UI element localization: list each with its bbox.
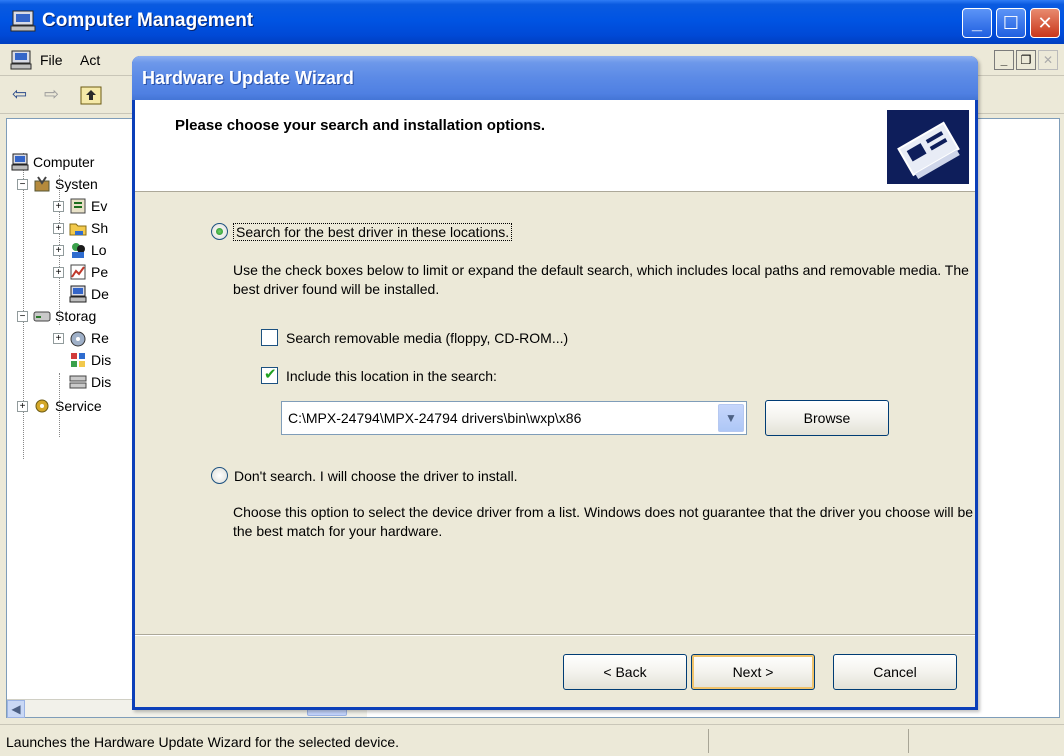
checkbox-unchecked[interactable] — [261, 329, 278, 346]
tree-item-label: Lo — [91, 242, 107, 258]
tree-item-label: Sh — [91, 220, 109, 236]
maximize-button[interactable]: ☐ — [996, 8, 1026, 38]
computer-icon — [11, 153, 29, 171]
location-path-combobox[interactable]: C:\MPX-24794\MPX-24794 drivers\bin\wxp\x… — [281, 401, 747, 435]
event-viewer-icon — [70, 198, 86, 214]
tree-item-label: Storag — [55, 308, 97, 324]
expand-icon[interactable]: + — [17, 400, 28, 412]
wizard-header: Please choose your search and installati… — [135, 100, 975, 192]
menu-action[interactable]: Act — [80, 52, 100, 68]
tools-icon — [34, 176, 50, 192]
manual-option-description: Choose this option to select the device … — [233, 504, 974, 539]
expand-icon[interactable]: + — [53, 200, 64, 212]
tree-item-disk-defragmenter[interactable]: Dis — [69, 349, 111, 371]
checkbox-include-location[interactable]: Include this location in the search: — [261, 365, 497, 384]
back-button[interactable]: < Back — [563, 654, 687, 690]
performance-icon — [70, 264, 86, 280]
expand-icon[interactable]: + — [53, 266, 64, 278]
tree-item-label: Ev — [91, 198, 108, 214]
next-button[interactable]: Next > — [691, 654, 815, 690]
tree-item-local-users[interactable]: + Lo — [53, 239, 107, 261]
tree-item-label: Dis — [91, 352, 112, 368]
hardware-update-wizard-dialog: Hardware Update Wizard Please choose you… — [132, 56, 978, 710]
checkbox-removable-media[interactable]: Search removable media (floppy, CD-ROM..… — [261, 329, 568, 346]
status-divider — [708, 729, 709, 753]
tree-item-label: Pe — [91, 264, 109, 280]
users-icon — [72, 243, 85, 258]
back-arrow-icon[interactable]: ⇦ — [12, 84, 27, 105]
up-one-level-icon[interactable] — [80, 84, 102, 106]
status-text: Launches the Hardware Update Wizard for … — [6, 734, 399, 750]
tree-item-computer[interactable]: Computer — [11, 151, 94, 173]
tree-item-performance[interactable]: + Pe — [53, 261, 108, 283]
scroll-left-icon[interactable]: ◀ — [7, 700, 25, 718]
radio-button-unselected[interactable] — [211, 467, 228, 484]
minimize-button[interactable]: _ — [962, 8, 992, 38]
browse-button[interactable]: Browse — [765, 400, 889, 436]
radio-search-locations-label[interactable]: Search for the best driver in these loca… — [232, 222, 513, 241]
menu-file[interactable]: File — [40, 52, 63, 68]
expand-icon[interactable]: + — [53, 332, 64, 344]
tree-item-shared-folders[interactable]: + Sh — [53, 217, 108, 239]
mdi-close-button[interactable]: ✕ — [1038, 50, 1058, 70]
shared-folder-icon — [69, 223, 87, 236]
search-option-description: Use the check boxes below to limit or ex… — [233, 262, 969, 297]
mdi-restore-button[interactable]: ❐ — [1016, 50, 1036, 70]
device-manager-icon — [69, 285, 87, 303]
tree-item-device-manager[interactable]: De — [69, 283, 109, 305]
checkbox-checked[interactable] — [261, 365, 278, 384]
forward-arrow-icon[interactable]: ⇨ — [44, 84, 59, 105]
tree-item-services[interactable]: + Service — [17, 395, 102, 417]
disk-defragmenter-icon — [71, 353, 85, 367]
tree-item-removable-storage[interactable]: + Re — [53, 327, 109, 349]
wizard-footer-divider — [135, 634, 975, 636]
cm-title-bar[interactable]: Computer Management _ ☐ ✕ — [0, 0, 1064, 44]
mdi-minimize-button[interactable]: _ — [994, 50, 1014, 70]
checkbox-include-location-label[interactable]: Include this location in the search: — [286, 368, 497, 384]
tree-item-event-viewer[interactable]: + Ev — [53, 195, 107, 217]
tree-item-label: Computer — [33, 154, 95, 170]
hardware-card-icon — [887, 110, 969, 184]
location-path-value[interactable]: C:\MPX-24794\MPX-24794 drivers\bin\wxp\x… — [288, 410, 581, 426]
storage-icon — [33, 311, 51, 322]
radio-button-selected[interactable] — [211, 223, 228, 240]
tree-item-label: Systen — [55, 176, 98, 192]
tree-item-disk-management[interactable]: Dis — [69, 371, 111, 393]
cm-window-title: Computer Management — [42, 10, 254, 31]
radio-dont-search-label[interactable]: Don't search. I will choose the driver t… — [234, 468, 518, 484]
mmc-document-icon[interactable] — [10, 50, 32, 70]
expand-icon[interactable]: + — [53, 222, 64, 234]
wizard-header-title: Please choose your search and installati… — [175, 117, 546, 134]
status-divider — [908, 729, 909, 753]
collapse-icon[interactable]: − — [17, 310, 28, 322]
tree-item-label: Re — [91, 330, 109, 346]
tree-item-label: De — [91, 286, 109, 302]
disk-management-icon — [69, 375, 87, 389]
removable-storage-icon — [70, 331, 86, 347]
computer-management-icon — [10, 10, 36, 32]
status-bar: Launches the Hardware Update Wizard for … — [0, 724, 1064, 756]
chevron-down-icon[interactable]: ▼ — [718, 404, 744, 432]
tree-item-system-tools[interactable]: − Systen — [17, 173, 98, 195]
radio-search-locations[interactable]: Search for the best driver in these loca… — [211, 222, 513, 241]
collapse-icon[interactable]: − — [17, 178, 28, 190]
tree-item-label: Dis — [91, 374, 112, 390]
checkbox-removable-media-label[interactable]: Search removable media (floppy, CD-ROM..… — [286, 330, 568, 346]
tree-item-storage[interactable]: − Storag — [17, 305, 96, 327]
expand-icon[interactable]: + — [53, 244, 64, 256]
cancel-button[interactable]: Cancel — [833, 654, 957, 690]
radio-dont-search[interactable]: Don't search. I will choose the driver t… — [211, 467, 518, 484]
wizard-title-bar[interactable]: Hardware Update Wizard — [132, 56, 978, 100]
services-icon — [35, 399, 49, 413]
close-button[interactable]: ✕ — [1030, 8, 1060, 38]
wizard-title: Hardware Update Wizard — [142, 68, 354, 88]
tree-item-label: Service — [55, 398, 102, 414]
wizard-body: Search for the best driver in these loca… — [135, 193, 975, 633]
